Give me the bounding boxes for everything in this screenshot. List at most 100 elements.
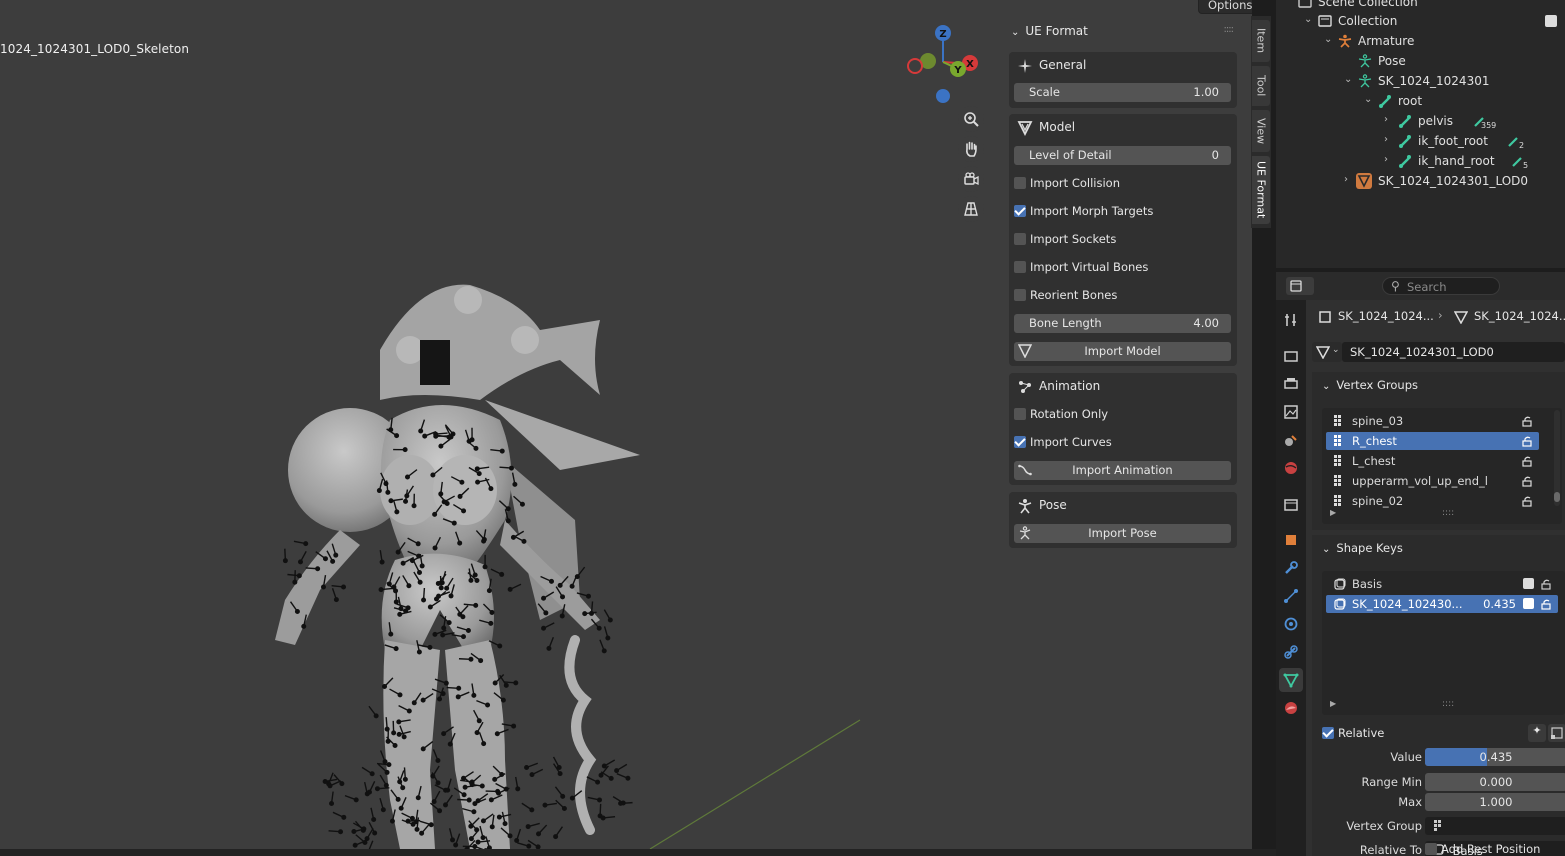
zoom-button[interactable]: [958, 106, 984, 132]
shape-key-row[interactable]: Basis: [1326, 575, 1558, 593]
lock-icon[interactable]: [1521, 455, 1533, 467]
checkbox-off[interactable]: [1014, 233, 1026, 245]
import-pose-button[interactable]: Import Pose: [1014, 524, 1231, 543]
tab-physics[interactable]: [1279, 612, 1303, 636]
animation-header[interactable]: Animation: [1009, 373, 1237, 401]
shape-keys-list[interactable]: Basis SK_1024_102430... 0.435 ▶ ::::: [1322, 571, 1565, 715]
tab-render[interactable]: [1279, 344, 1303, 368]
tab-material[interactable]: [1279, 696, 1303, 720]
vertex-groups-header[interactable]: ⌄ Vertex Groups: [1322, 378, 1418, 392]
max-field[interactable]: 1.000: [1425, 793, 1565, 811]
list-scrollbar[interactable]: [1554, 410, 1560, 506]
shape-key-mute-checkbox[interactable]: [1523, 598, 1534, 609]
vertex-group-row[interactable]: spine_02: [1326, 492, 1539, 510]
checkbox-off[interactable]: [1425, 843, 1437, 855]
chevron-down-icon[interactable]: ⌄: [1324, 34, 1332, 45]
range-min-field[interactable]: 0.000: [1425, 773, 1565, 791]
shape-key-mute-checkbox[interactable]: [1523, 578, 1534, 589]
chevron-down-icon[interactable]: ⌄: [1344, 74, 1352, 85]
lock-icon[interactable]: [1521, 415, 1533, 427]
lock-icon[interactable]: [1521, 495, 1533, 507]
edit-mode-toggle[interactable]: [1548, 724, 1565, 742]
import-animation-button[interactable]: Import Animation: [1014, 461, 1231, 480]
lock-icon[interactable]: [1521, 435, 1533, 447]
tab-particles[interactable]: [1279, 584, 1303, 608]
model-header[interactable]: Model: [1009, 114, 1237, 142]
relative-checkbox[interactable]: Relative ✦: [1322, 724, 1565, 742]
lock-icon[interactable]: [1540, 578, 1552, 590]
mesh-name-field[interactable]: SK_1024_1024301_LOD0: [1342, 342, 1565, 362]
mesh-browse-dropdown[interactable]: ⌄: [1312, 342, 1342, 362]
value-slider[interactable]: 0.435: [1425, 748, 1565, 766]
bone-length-field[interactable]: Bone Length 4.00: [1014, 314, 1231, 333]
breadcrumb-object[interactable]: SK_1024_1024...: [1338, 309, 1434, 323]
vertex-group-row[interactable]: R_chest: [1326, 432, 1539, 450]
editor-type-dropdown[interactable]: [1286, 277, 1314, 295]
outliner-row-pose[interactable]: Pose: [1276, 51, 1565, 71]
neg-z-axis-handle[interactable]: [936, 89, 950, 103]
checkbox-off[interactable]: [1014, 289, 1026, 301]
checkbox-off[interactable]: [1014, 408, 1026, 420]
outliner-row-ik-hand-root[interactable]: › ik_hand_root 5: [1276, 151, 1565, 171]
outliner-row-armature[interactable]: ⌄ Armature: [1276, 31, 1565, 51]
3d-viewport[interactable]: 1024_1024301_LOD0_Skeleton Z X Y Options…: [0, 0, 1252, 849]
tab-object[interactable]: [1279, 528, 1303, 552]
breadcrumb-mesh[interactable]: SK_1024_1024...: [1474, 309, 1565, 323]
vertex-group-field[interactable]: [1425, 817, 1565, 835]
outliner-row-pelvis[interactable]: › pelvis 359: [1276, 111, 1565, 131]
options-dropdown[interactable]: Options ⌄: [1198, 0, 1252, 14]
pin-icon[interactable]: ✦: [1528, 724, 1546, 742]
import-morph-targets-checkbox[interactable]: Import Morph Targets: [1014, 202, 1153, 220]
outliner-row-lod0-mesh[interactable]: › SK_1024_1024301_LOD0: [1276, 171, 1565, 191]
checkbox-off[interactable]: [1014, 261, 1026, 273]
add-rest-position-checkbox[interactable]: Add Rest Position: [1425, 840, 1565, 856]
outliner-row-skeleton[interactable]: ⌄ SK_1024_1024301: [1276, 71, 1565, 91]
rotation-only-checkbox[interactable]: Rotation Only: [1014, 405, 1108, 423]
expand-arrow-icon[interactable]: ▶: [1330, 699, 1336, 708]
tab-item[interactable]: Item: [1252, 20, 1270, 62]
outliner-row-ik-foot-root[interactable]: › ik_foot_root 2: [1276, 131, 1565, 151]
tab-constraints[interactable]: [1279, 640, 1303, 664]
chevron-right-icon[interactable]: ›: [1384, 154, 1388, 165]
tab-modifiers[interactable]: [1279, 556, 1303, 580]
camera-view-button[interactable]: [958, 166, 984, 192]
import-sockets-checkbox[interactable]: Import Sockets: [1014, 230, 1116, 248]
tab-tool[interactable]: Tool: [1252, 66, 1270, 106]
import-model-button[interactable]: Import Model: [1014, 342, 1231, 361]
import-collision-checkbox[interactable]: Import Collision: [1014, 174, 1120, 192]
tab-view[interactable]: View: [1252, 110, 1270, 152]
checkbox-off[interactable]: [1014, 177, 1026, 189]
pose-header[interactable]: Pose: [1009, 492, 1237, 520]
tab-world[interactable]: [1279, 456, 1303, 480]
tab-output[interactable]: [1279, 372, 1303, 396]
outliner-row-root[interactable]: ⌄ root: [1276, 91, 1565, 111]
neg-x-axis-handle[interactable]: [907, 58, 923, 74]
outliner-row-collection[interactable]: ⌄ Collection: [1276, 11, 1565, 31]
import-virtual-bones-checkbox[interactable]: Import Virtual Bones: [1014, 258, 1148, 276]
bone-marker[interactable]: [368, 840, 374, 849]
reorient-bones-checkbox[interactable]: Reorient Bones: [1014, 286, 1117, 304]
checkbox-on[interactable]: [1014, 436, 1026, 448]
scale-field[interactable]: Scale 1.00: [1014, 83, 1231, 102]
tab-ue-format[interactable]: UE Format: [1252, 156, 1270, 224]
axis-gizmo[interactable]: Z X Y: [900, 22, 990, 112]
drag-handle-icon[interactable]: ::::: [1224, 24, 1235, 35]
scrollbar-thumb[interactable]: [1554, 492, 1560, 502]
chevron-down-icon[interactable]: ⌄: [1364, 94, 1372, 105]
general-header[interactable]: General: [1009, 52, 1237, 80]
lock-icon[interactable]: [1521, 475, 1533, 487]
vertex-group-row[interactable]: L_chest: [1326, 452, 1539, 470]
vertex-group-row[interactable]: spine_03: [1326, 412, 1539, 430]
chevron-right-icon[interactable]: ›: [1384, 114, 1388, 125]
vertex-group-row[interactable]: upperarm_vol_up_end_l: [1326, 472, 1539, 490]
chevron-right-icon[interactable]: ›: [1344, 174, 1348, 185]
resize-grip-icon[interactable]: ::::: [1442, 508, 1454, 518]
resize-grip-icon[interactable]: ::::: [1442, 699, 1454, 709]
shape-key-row[interactable]: SK_1024_102430... 0.435: [1326, 595, 1558, 613]
shape-key-value[interactable]: 0.435: [1483, 597, 1516, 611]
import-curves-checkbox[interactable]: Import Curves: [1014, 433, 1112, 451]
character-model[interactable]: [0, 0, 1000, 849]
chevron-down-icon[interactable]: ⌄: [1304, 14, 1312, 25]
checkbox-on[interactable]: [1322, 727, 1334, 739]
level-of-detail-field[interactable]: Level of Detail 0: [1014, 146, 1231, 165]
